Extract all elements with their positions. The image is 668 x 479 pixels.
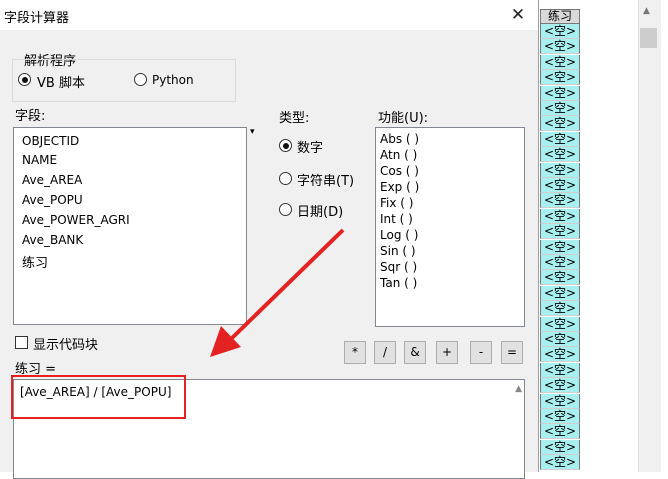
table-cell[interactable]: <空>	[540, 347, 580, 363]
table-cell[interactable]: <空>	[540, 362, 580, 378]
scrollbar-thumb[interactable]	[640, 28, 657, 48]
table-cell[interactable]: <空>	[540, 162, 580, 178]
table-cell[interactable]: <空>	[540, 455, 580, 471]
table-cell[interactable]: <空>	[540, 24, 580, 39]
table-cell[interactable]: <空>	[540, 270, 580, 286]
table-cell[interactable]: <空>	[540, 70, 580, 86]
table-cell[interactable]: <空>	[540, 378, 580, 394]
table-column-header[interactable]: 练习	[540, 9, 580, 24]
table-cell[interactable]: <空>	[540, 54, 580, 70]
table-cell[interactable]: <空>	[540, 424, 580, 440]
table-cell[interactable]: <空>	[540, 39, 580, 55]
table-cell[interactable]: <空>	[540, 85, 580, 101]
table-cell[interactable]: <空>	[540, 193, 580, 209]
table-cell[interactable]: <空>	[540, 393, 580, 409]
table-cell[interactable]: <空>	[540, 332, 580, 347]
table-cell[interactable]: <空>	[540, 285, 580, 301]
annotation-arrow-line	[230, 228, 345, 340]
table-cell[interactable]: <空>	[540, 224, 580, 240]
table-scrollbar[interactable]	[638, 0, 661, 472]
scroll-up-arrow-icon[interactable]: ▲	[643, 6, 650, 16]
table-cell[interactable]: <空>	[540, 439, 580, 455]
table-cell[interactable]: <空>	[540, 316, 580, 332]
table-cell[interactable]: <空>	[540, 239, 580, 255]
table-cell[interactable]: <空>	[540, 131, 580, 147]
table-cell[interactable]: <空>	[540, 409, 580, 424]
table-cell[interactable]: <空>	[540, 116, 580, 132]
table-cell[interactable]: <空>	[540, 101, 580, 116]
table-cell[interactable]: <空>	[540, 147, 580, 163]
annotation-arrow-head	[210, 326, 241, 357]
table-cell[interactable]: <空>	[540, 301, 580, 317]
table-cell[interactable]: <空>	[540, 255, 580, 270]
table-cell[interactable]: <空>	[540, 178, 580, 193]
table-cell[interactable]: <空>	[540, 208, 580, 224]
